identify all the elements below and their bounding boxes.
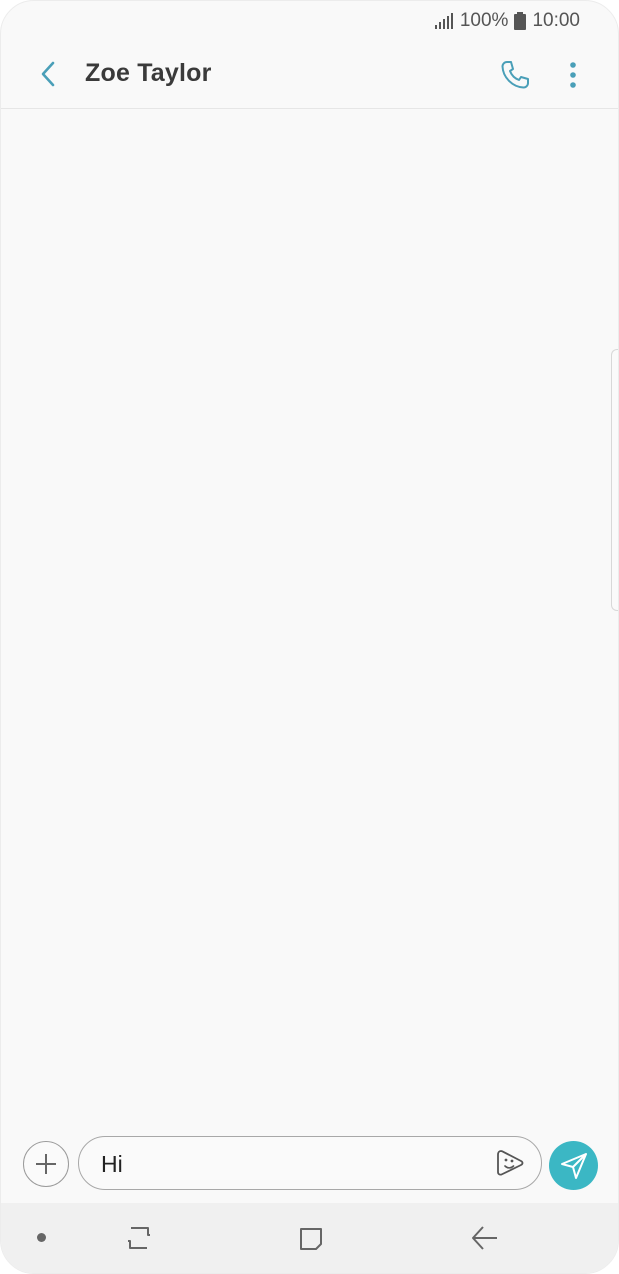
- back-icon: [472, 1226, 497, 1250]
- send-button[interactable]: [549, 1141, 598, 1190]
- recent-apps-button[interactable]: [119, 1221, 159, 1255]
- message-list[interactable]: [1, 109, 618, 1129]
- back-arrow-icon: [41, 61, 55, 87]
- more-vertical-icon: [570, 62, 576, 88]
- battery-percent: 100%: [459, 10, 509, 31]
- clock: 10:00: [532, 10, 580, 31]
- phone-icon: [501, 61, 529, 89]
- plus-icon: [36, 1154, 56, 1174]
- send-icon: [560, 1152, 587, 1179]
- sticker-button[interactable]: [493, 1146, 527, 1180]
- attach-button[interactable]: [23, 1141, 69, 1187]
- message-input[interactable]: [99, 1147, 483, 1181]
- home-icon: [300, 1228, 322, 1250]
- phone-screen: 100% 10:00 Zoe Taylor: [0, 0, 619, 1274]
- compose-bar: [1, 1135, 618, 1195]
- home-button[interactable]: [291, 1221, 331, 1257]
- recent-apps-icon: [128, 1227, 150, 1249]
- system-nav-bar: [1, 1203, 618, 1273]
- sticker-icon: [497, 1150, 524, 1176]
- signal-icon: [434, 13, 454, 29]
- more-options-button[interactable]: [559, 55, 587, 95]
- message-input-container: [78, 1136, 542, 1190]
- edge-panel-handle[interactable]: [611, 349, 618, 611]
- nav-back-button[interactable]: [465, 1221, 505, 1255]
- nav-dot-icon[interactable]: [37, 1233, 46, 1242]
- status-bar: 100% 10:00: [1, 1, 618, 41]
- conversation-header: Zoe Taylor: [1, 41, 618, 109]
- contact-name: Zoe Taylor: [85, 59, 212, 87]
- back-button[interactable]: [31, 57, 65, 91]
- battery-icon: [514, 12, 527, 30]
- call-button[interactable]: [495, 55, 535, 95]
